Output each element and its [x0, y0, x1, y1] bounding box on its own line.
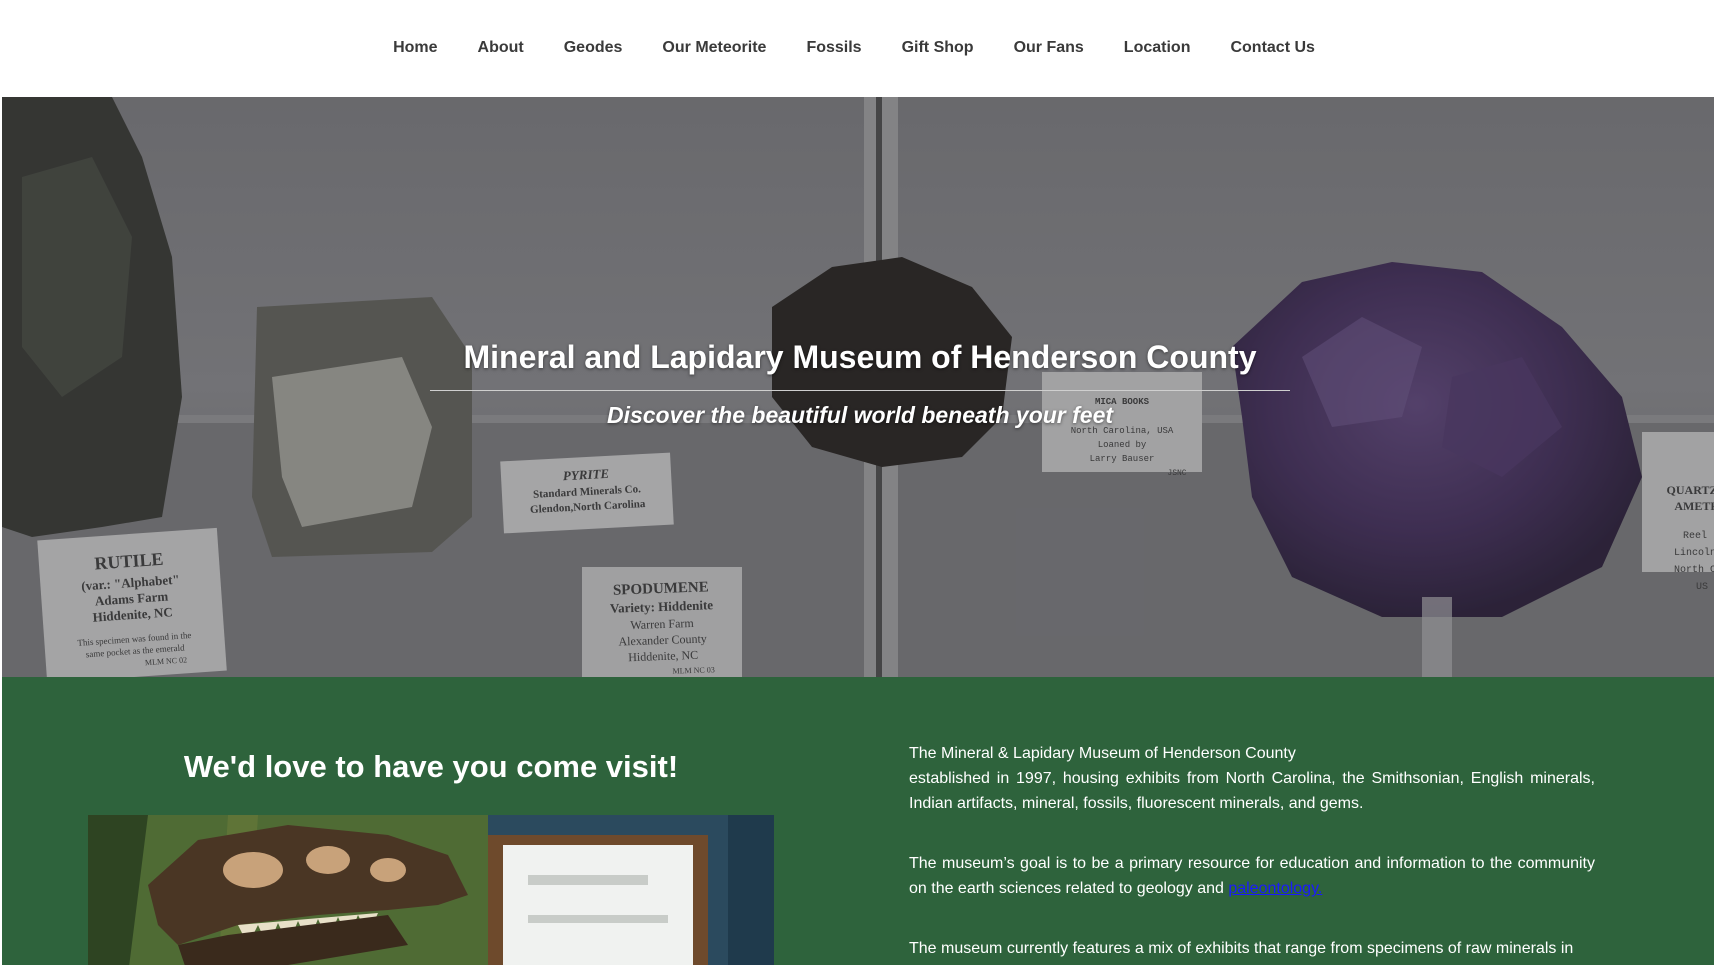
about-paragraph-1: The Mineral & Lapidary Museum of Henders… — [909, 741, 1595, 816]
hero-banner: RUTILE (var.: "Alphabet" Adams Farm Hidd… — [2, 97, 1714, 677]
about-paragraph-1-body: established in 1997, housing exhibits fr… — [909, 770, 1595, 812]
nav-item-home[interactable]: Home — [373, 39, 457, 57]
about-paragraph-1-line-1: The Mineral & Lapidary Museum of Henders… — [909, 745, 1296, 762]
hero-subtitle: Discover the beautiful world beneath you… — [606, 402, 1114, 428]
nav-item-about[interactable]: About — [458, 39, 544, 57]
hero-dark-overlay — [2, 97, 1714, 677]
visit-heading: We'd love to have you come visit! — [183, 749, 679, 784]
paleontology-link[interactable]: paleontology. — [1228, 880, 1322, 897]
visit-section: We'd love to have you come visit! The Mi… — [2, 677, 1714, 965]
about-paragraph-3-body: The museum currently features a mix of e… — [909, 940, 1574, 957]
nav-item-our-meteorite[interactable]: Our Meteorite — [642, 39, 786, 57]
nav-item-gift-shop[interactable]: Gift Shop — [882, 39, 994, 57]
about-paragraph-3: The museum currently features a mix of e… — [909, 936, 1595, 961]
nav-item-location[interactable]: Location — [1104, 39, 1211, 57]
nav-item-our-fans[interactable]: Our Fans — [994, 39, 1104, 57]
nav-menu: Home About Geodes Our Meteorite Fossils … — [373, 39, 1335, 57]
top-navigation: Home About Geodes Our Meteorite Fossils … — [0, 0, 1716, 97]
nav-item-contact-us[interactable]: Contact Us — [1210, 39, 1334, 57]
nav-item-fossils[interactable]: Fossils — [786, 39, 881, 57]
about-text: The Mineral & Lapidary Museum of Henders… — [909, 741, 1595, 965]
nav-item-geodes[interactable]: Geodes — [544, 39, 643, 57]
about-paragraph-2: The museum’s goal is to be a primary res… — [909, 851, 1595, 901]
dinosaur-skull-exhibit-photo — [88, 815, 774, 965]
hero-divider — [430, 390, 1290, 391]
hero-title: Mineral and Lapidary Museum of Henderson… — [463, 339, 1257, 375]
